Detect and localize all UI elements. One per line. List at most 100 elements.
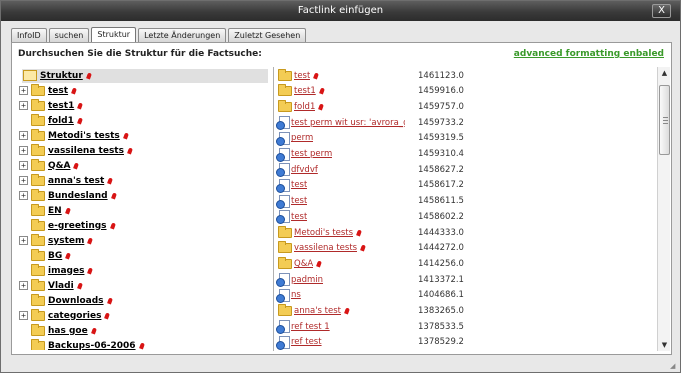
pin-icon[interactable] [122,131,129,140]
pin-icon[interactable] [356,228,362,237]
pin-icon[interactable] [318,87,325,95]
pin-icon[interactable] [313,71,320,80]
pin-icon[interactable] [138,341,145,350]
pin-icon[interactable] [87,236,94,245]
tree-item[interactable]: Backups-06-2006 [19,338,145,351]
tree-item-label[interactable]: categories [48,311,101,321]
result-label[interactable]: ns [291,290,301,300]
tree-item-label[interactable]: has goe [48,326,88,336]
tab-suchen[interactable]: suchen [48,28,90,42]
result-label[interactable]: perm [291,133,313,143]
tab-infoid[interactable]: InfoID [11,28,47,42]
tree-item[interactable]: + categories [19,308,111,323]
result-label[interactable]: Q&A [294,259,313,269]
tree-item-label[interactable]: system [48,236,84,246]
expand-plus-icon[interactable]: + [19,236,28,245]
result-row[interactable]: ref test 1 1378533.5 [276,319,653,335]
tree-root-label[interactable]: Struktur [40,71,83,81]
expand-plus-icon[interactable]: + [19,281,28,290]
expand-plus-icon[interactable]: + [19,146,28,155]
result-row[interactable]: dfvdvf 1458627.2 [276,162,653,178]
tree-item-label[interactable]: vassilena tests [48,146,124,156]
tree-item[interactable]: EN [19,203,71,218]
scroll-down-arrow-icon[interactable]: ▼ [658,339,671,351]
expand-plus-icon[interactable]: + [19,131,28,140]
tree-item[interactable]: fold1 [19,113,83,128]
result-label[interactable]: test [291,180,307,190]
pin-icon[interactable] [316,260,323,268]
result-label[interactable]: vassilena tests [294,243,357,253]
expand-plus-icon[interactable]: + [19,311,28,320]
tree-item[interactable]: Downloads [19,293,113,308]
result-label[interactable]: ref test 1 [291,322,330,332]
tree-item-label[interactable]: Q&A [48,161,70,171]
pin-icon[interactable] [360,244,367,252]
pin-icon[interactable] [344,307,350,315]
expand-plus-icon[interactable]: + [19,86,28,95]
pin-icon[interactable] [76,281,83,290]
result-label[interactable]: dfvdvf [291,165,318,175]
result-label[interactable]: fold1 [294,102,315,112]
expand-plus-icon[interactable]: + [19,191,28,200]
result-label[interactable]: anna's test [294,306,341,316]
tree-item[interactable]: + system [19,233,94,248]
tree-item[interactable]: BG [19,248,72,263]
tree-item-label[interactable]: Downloads [48,296,104,306]
pin-icon[interactable] [90,326,97,335]
result-row[interactable]: test perm 1459310.4 [276,147,653,162]
tree-root[interactable]: Struktur [23,68,92,83]
expand-plus-icon[interactable]: + [19,161,28,170]
tree-item-label[interactable]: test [48,86,68,96]
pin-icon[interactable] [71,86,77,95]
result-row[interactable]: test 1458617.2 [276,178,653,193]
tree-item-label[interactable]: Metodi's tests [48,131,120,141]
tree-item-label[interactable]: test1 [48,101,74,111]
result-row[interactable]: test 1461123.0 [276,68,653,83]
result-label[interactable]: Metodi's tests [294,228,353,238]
result-row[interactable]: fold1 1459757.0 [276,99,653,114]
result-row[interactable]: test 1458602.2 [276,209,653,225]
tree-item[interactable]: e-greetings [19,218,116,233]
tree-item[interactable]: + vassilena tests [19,143,133,158]
result-label[interactable]: test [294,71,310,81]
result-label[interactable]: test [291,196,307,206]
result-label[interactable]: padmin [291,275,323,285]
pane-divider[interactable] [273,67,274,351]
result-label[interactable]: ref test [291,337,322,347]
resize-grip-icon[interactable]: ◢ [670,362,678,370]
tree-item-label[interactable]: Bundesland [48,191,108,201]
result-row[interactable]: anna's test 1383265.0 [276,304,653,319]
result-label[interactable]: test perm [291,149,332,159]
pin-icon[interactable] [65,251,72,260]
result-row[interactable]: padmin 1413372.1 [276,272,653,288]
result-row[interactable]: test 1458611.5 [276,194,653,209]
pin-icon[interactable] [73,161,80,170]
tree-item-label[interactable]: anna's test [48,176,104,186]
dialog-titlebar[interactable]: Factlink einfügen X [1,1,680,21]
pin-icon[interactable] [77,101,84,110]
tree-item-label[interactable]: Backups-06-2006 [48,341,136,351]
result-row[interactable]: perm 1459319.5 [276,131,653,146]
tree-item[interactable]: + Vladi [19,278,83,293]
pin-icon[interactable] [110,191,117,200]
tree-item-label[interactable]: fold1 [48,116,74,126]
advanced-formatting-link[interactable]: advanced formatting enbaled [514,49,664,59]
tree-item[interactable]: + Q&A [19,158,80,173]
results-scrollbar[interactable]: ▲ ▼ [657,67,670,351]
pin-icon[interactable] [87,266,94,275]
pin-icon[interactable] [318,103,325,111]
scrollbar-thumb[interactable] [659,85,670,155]
tree-item-label[interactable]: e-greetings [48,221,107,231]
result-row[interactable]: Q&A 1414256.0 [276,256,653,271]
result-label[interactable]: test perm wit usr: 'avrora_gea' [291,118,405,128]
tree-item-label[interactable]: images [48,266,84,276]
tree-item-label[interactable]: EN [48,206,62,216]
result-row[interactable]: ns 1404686.1 [276,288,653,303]
result-row[interactable]: test1 1459916.0 [276,84,653,99]
tree-item[interactable]: images [19,263,94,278]
result-label[interactable]: test [291,212,307,222]
pin-icon[interactable] [104,311,111,320]
tree-item-label[interactable]: Vladi [48,281,74,291]
tree-item[interactable]: + anna's test [19,173,114,188]
result-row[interactable]: Metodi's tests 1444333.0 [276,225,653,240]
